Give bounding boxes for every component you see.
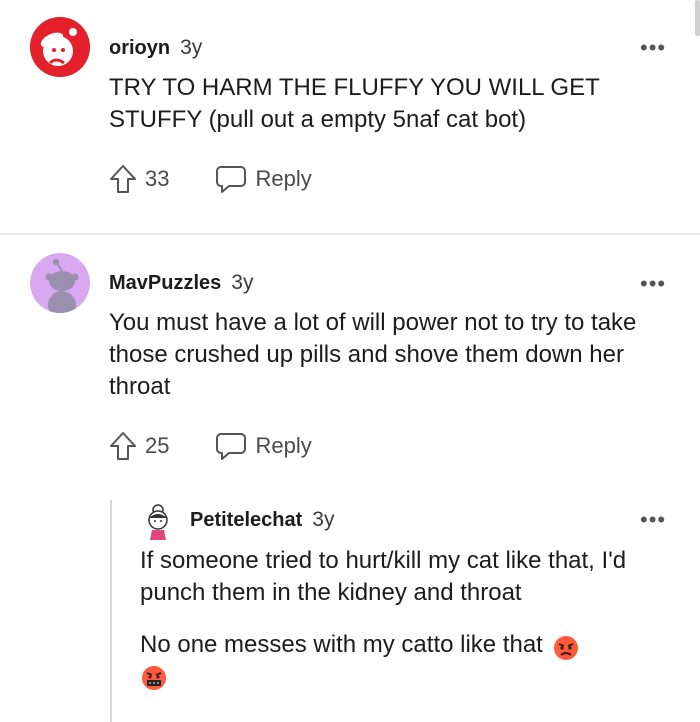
avatar[interactable] bbox=[30, 253, 90, 313]
comment-orioyn: orioyn 3y ••• TRY TO HARM THE FLUFFY YOU… bbox=[0, 0, 700, 233]
upvote-button[interactable]: 25 bbox=[109, 431, 169, 461]
angry-face-emoji bbox=[554, 635, 579, 660]
comment-age: 3y bbox=[180, 36, 203, 59]
upvote-icon bbox=[110, 432, 136, 460]
comment-body: You must have a lot of will power not to… bbox=[109, 309, 637, 400]
comment-mavpuzzles: MavPuzzles 3y ••• You must have a lot of… bbox=[0, 235, 700, 495]
avatar[interactable] bbox=[140, 504, 176, 542]
reply-icon bbox=[216, 166, 247, 193]
comment-body-paragraph-2: No one messes with my catto like that bbox=[140, 631, 543, 658]
author-name[interactable]: Petitelechat bbox=[190, 509, 302, 532]
author-name[interactable]: MavPuzzles bbox=[109, 272, 221, 295]
author-name[interactable]: orioyn bbox=[109, 37, 170, 60]
more-options-icon[interactable]: ••• bbox=[640, 37, 666, 59]
avatar[interactable] bbox=[30, 17, 90, 77]
comment-age: 3y bbox=[312, 508, 335, 531]
reply-button[interactable]: Reply bbox=[215, 431, 312, 461]
reply-icon bbox=[216, 433, 247, 460]
cursing-face-emoji bbox=[142, 666, 166, 690]
more-options-icon[interactable]: ••• bbox=[640, 509, 666, 531]
upvote-button[interactable]: 33 bbox=[109, 164, 169, 194]
upvote-icon bbox=[110, 165, 136, 193]
more-options-icon[interactable]: ••• bbox=[640, 273, 666, 295]
upvote-count: 25 bbox=[145, 433, 170, 458]
comment-body: TRY TO HARM THE FLUFFY YOU WILL GET STUF… bbox=[109, 74, 600, 133]
comment-age: 3y bbox=[231, 271, 254, 294]
reply-label: Reply bbox=[255, 166, 312, 191]
comment-body: If someone tried to hurt/kill my cat lik… bbox=[140, 547, 627, 606]
reply-button[interactable]: Reply bbox=[215, 164, 312, 194]
comment-petitelechat: Petitelechat 3y ••• If someone tried to … bbox=[0, 500, 700, 722]
upvote-count: 33 bbox=[145, 166, 170, 191]
reply-label: Reply bbox=[255, 433, 312, 458]
